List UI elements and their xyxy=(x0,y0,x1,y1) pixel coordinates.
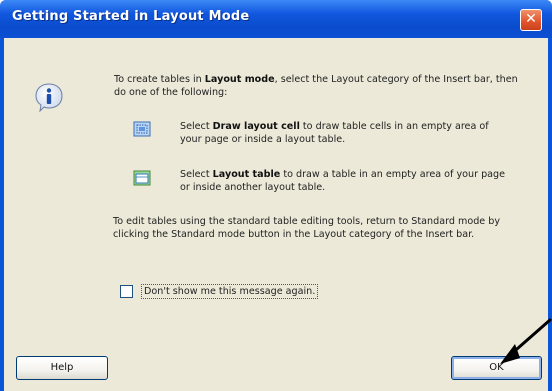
standard-mode-note: To edit tables using the standard table … xyxy=(113,216,501,241)
intro-text: To create tables in Layout mode, select … xyxy=(114,74,518,99)
dialog-title: Getting Started in Layout Mode xyxy=(12,9,250,24)
dialog-window: Getting Started in Layout Mode ✕ xyxy=(0,0,552,391)
title-bar[interactable]: Getting Started in Layout Mode ✕ xyxy=(0,0,552,38)
help-button[interactable]: Help xyxy=(16,356,108,380)
close-icon: ✕ xyxy=(525,11,537,27)
layout-table-text: Select Layout table to draw a table in a… xyxy=(180,169,506,194)
dont-show-again-label[interactable]: Don't show me this message again. xyxy=(141,284,319,299)
close-button[interactable]: ✕ xyxy=(520,9,542,31)
dont-show-again-checkbox[interactable] xyxy=(120,285,133,298)
draw-layout-cell-text: Select Draw layout cell to draw table ce… xyxy=(180,121,489,146)
ok-button[interactable]: OK xyxy=(451,356,542,380)
layout-table-icon xyxy=(133,170,151,186)
draw-layout-cell-icon xyxy=(133,121,151,137)
info-icon xyxy=(35,83,63,112)
